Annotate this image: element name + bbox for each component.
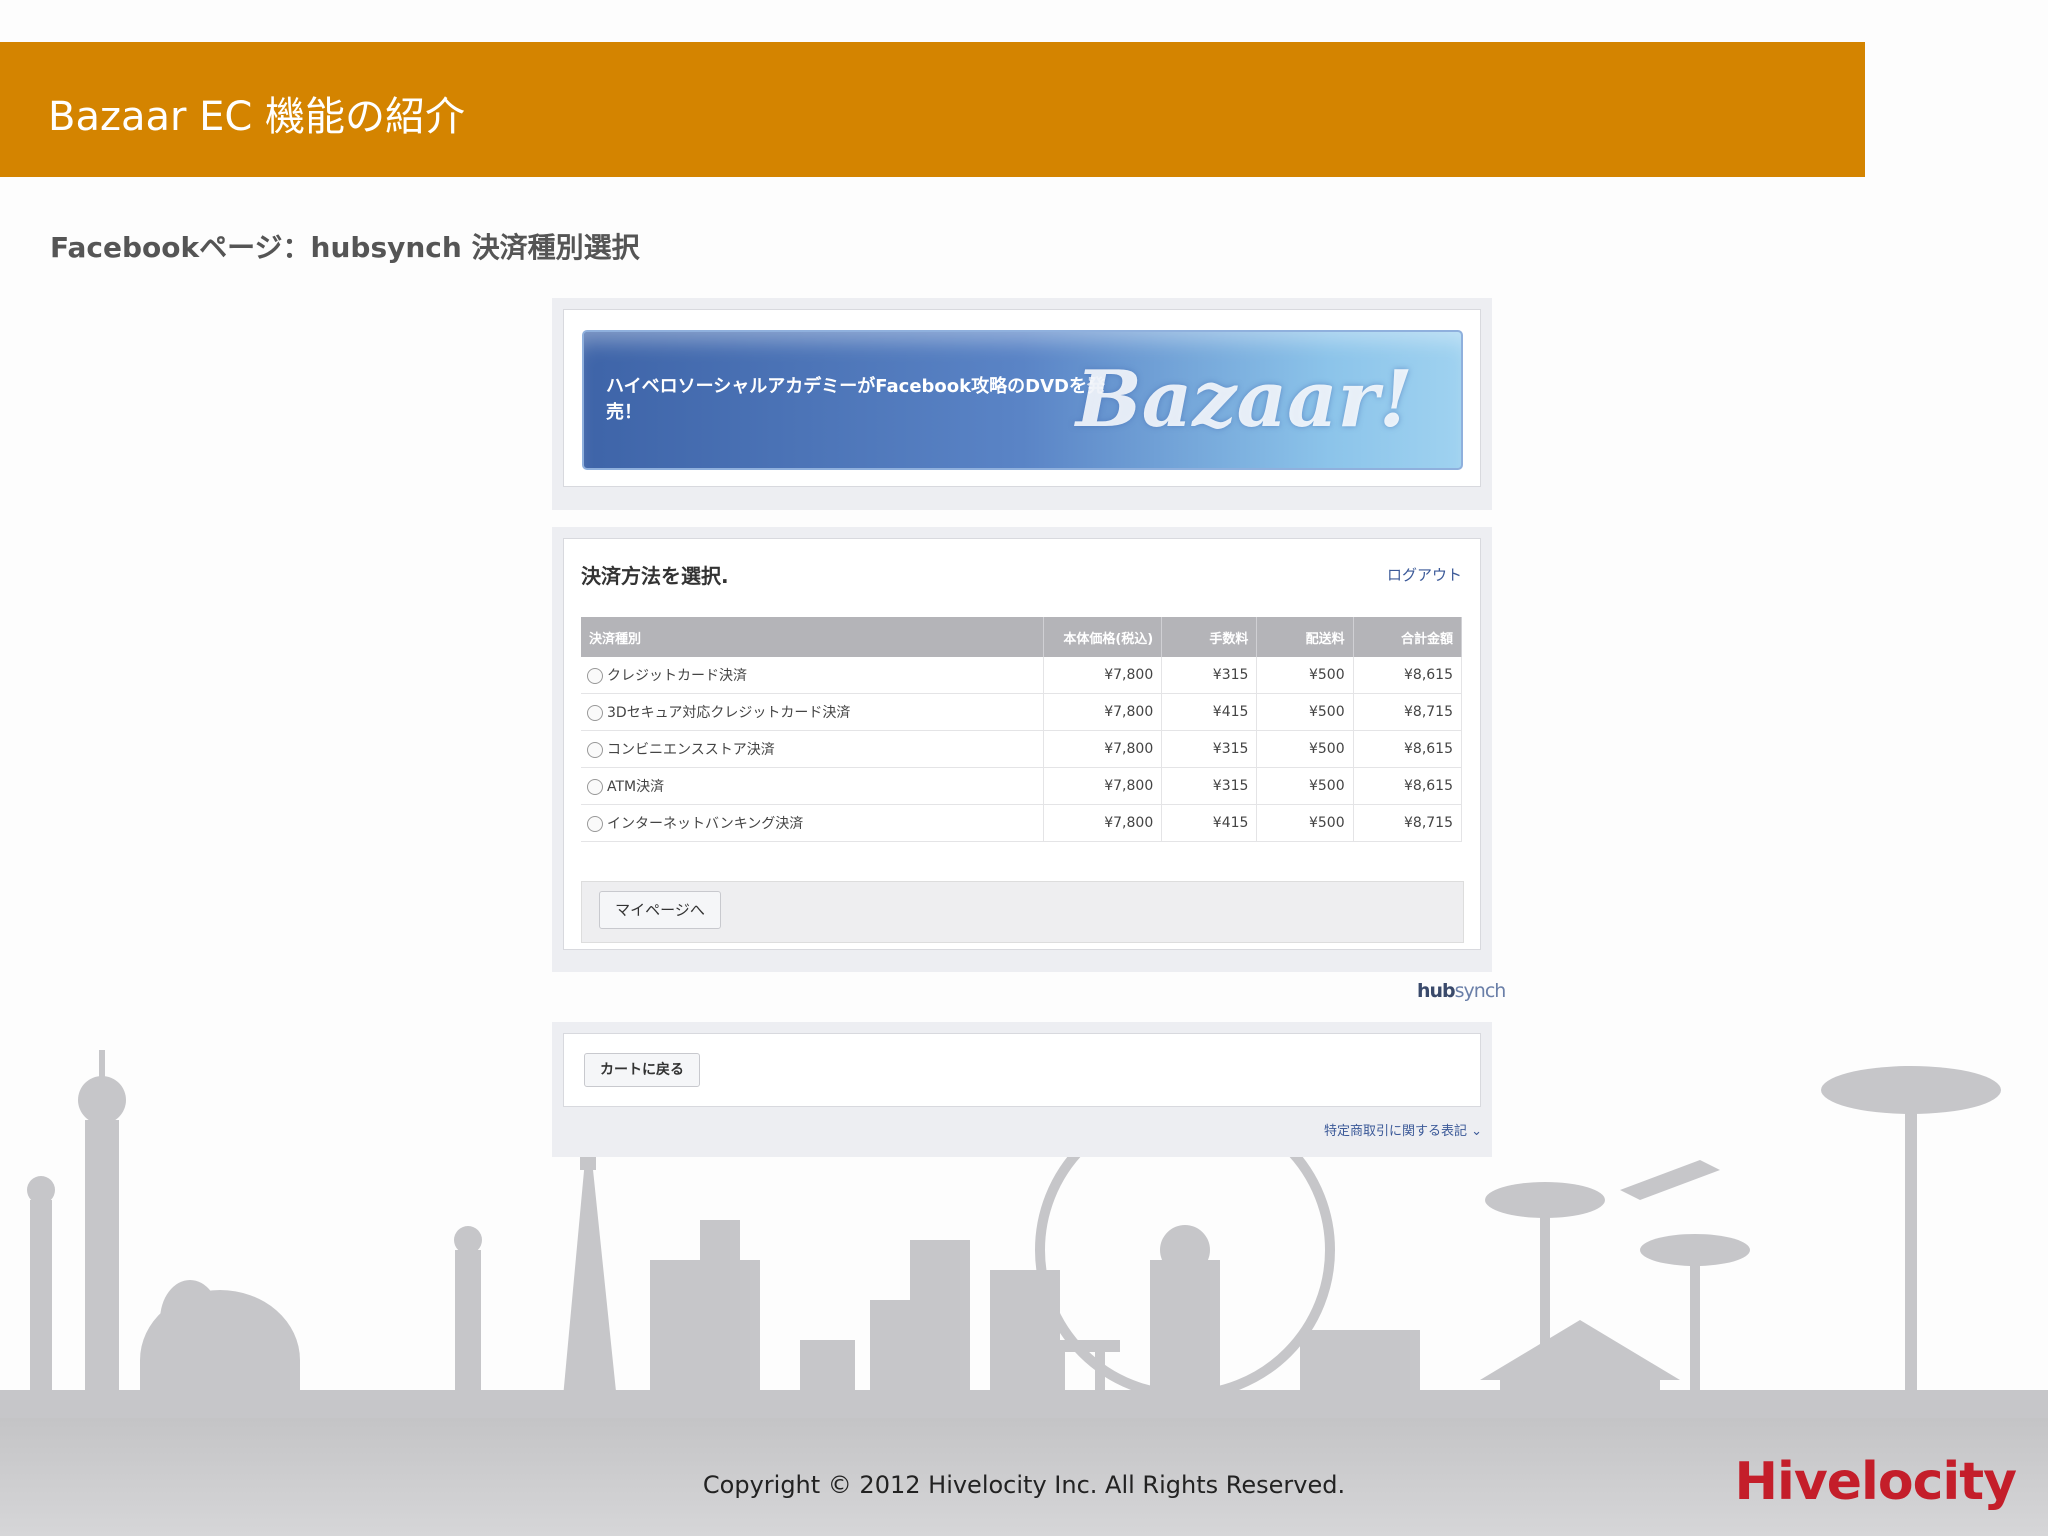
bazaar-banner[interactable]: ハイベロソーシャルアカデミーがFacebook攻略のDVDを発売！ Bazaar… xyxy=(582,330,1463,470)
shipping-cell: ¥500 xyxy=(1256,767,1354,805)
table-row[interactable]: コンビニエンスストア決済 ¥7,800 ¥315 ¥500 ¥8,615 xyxy=(581,730,1463,768)
payment-method-label: 3Dセキュア対応クレジットカード決済 xyxy=(607,705,851,721)
hubsynch-logo-hub: hub xyxy=(1417,980,1456,1002)
payment-radio[interactable] xyxy=(587,742,603,758)
slide-subtitle: Facebookページ：hubsynch 決済種別選択 xyxy=(50,231,640,264)
hubsynch-logo: hubsynch xyxy=(1417,980,1507,1002)
fee-cell: ¥315 xyxy=(1161,657,1258,694)
hubsynch-logo-synch: synch xyxy=(1454,980,1507,1002)
payment-radio[interactable] xyxy=(587,705,603,721)
fee-cell: ¥315 xyxy=(1161,767,1258,805)
mypage-button[interactable]: マイページへ xyxy=(599,891,721,929)
table-header-row: 決済種別 本体価格(税込) 手数料 配送料 合計金額 xyxy=(581,617,1463,657)
bazaar-logo: Bazaar! xyxy=(1075,354,1413,445)
banner-headline: ハイベロソーシャルアカデミーがFacebook攻略のDVDを発売！ xyxy=(606,376,1105,423)
price-cell: ¥7,800 xyxy=(1043,730,1163,768)
fee-cell: ¥415 xyxy=(1161,693,1258,731)
total-cell: ¥8,615 xyxy=(1353,767,1463,805)
shipping-cell: ¥500 xyxy=(1256,804,1354,842)
column-header-method: 決済種別 xyxy=(581,617,1044,657)
slide-title-bar: Bazaar EC 機能の紹介 xyxy=(0,42,1865,177)
column-header-shipping: 配送料 xyxy=(1256,617,1354,657)
payment-method-label: インターネットバンキング決済 xyxy=(607,816,804,832)
payment-radio[interactable] xyxy=(587,779,603,795)
shipping-cell: ¥500 xyxy=(1256,657,1354,694)
payment-radio[interactable] xyxy=(587,816,603,832)
fee-cell: ¥415 xyxy=(1161,804,1258,842)
total-cell: ¥8,715 xyxy=(1353,693,1463,731)
back-to-cart-button[interactable]: カートに戻る xyxy=(584,1053,700,1087)
payment-method-label: ATM決済 xyxy=(607,779,665,795)
column-header-total: 合計金額 xyxy=(1353,617,1463,657)
total-cell: ¥8,715 xyxy=(1353,804,1463,842)
shipping-cell: ¥500 xyxy=(1256,730,1354,768)
payment-radio[interactable] xyxy=(587,668,603,684)
price-cell: ¥7,800 xyxy=(1043,693,1163,731)
column-header-fee: 手数料 xyxy=(1161,617,1258,657)
table-row[interactable]: インターネットバンキング決済 ¥7,800 ¥415 ¥500 ¥8,715 xyxy=(581,804,1463,842)
payment-method-label: コンビニエンスストア決済 xyxy=(607,742,775,758)
total-cell: ¥8,615 xyxy=(1353,730,1463,768)
slide-title: Bazaar EC 機能の紹介 xyxy=(48,94,466,140)
table-row[interactable]: クレジットカード決済 ¥7,800 ¥315 ¥500 ¥8,615 xyxy=(581,657,1463,694)
price-cell: ¥7,800 xyxy=(1043,804,1163,842)
table-row[interactable]: 3Dセキュア対応クレジットカード決済 ¥7,800 ¥415 ¥500 ¥8,7… xyxy=(581,693,1463,731)
price-cell: ¥7,800 xyxy=(1043,657,1163,694)
column-header-price: 本体価格(税込) xyxy=(1043,617,1163,657)
shipping-cell: ¥500 xyxy=(1256,693,1354,731)
payment-heading: 決済方法を選択. xyxy=(581,564,729,588)
table-row[interactable]: ATM決済 ¥7,800 ¥315 ¥500 ¥8,615 xyxy=(581,767,1463,805)
total-cell: ¥8,615 xyxy=(1353,657,1463,694)
payment-method-table: 決済種別 本体価格(税込) 手数料 配送料 合計金額 クレジットカード決済 ¥7… xyxy=(581,617,1463,842)
legal-notice-link[interactable]: 特定商取引に関する表記 ⌄ xyxy=(1324,1120,1482,1139)
logout-link[interactable]: ログアウト xyxy=(1387,564,1462,585)
price-cell: ¥7,800 xyxy=(1043,767,1163,805)
fee-cell: ¥315 xyxy=(1161,730,1258,768)
hivelocity-logo: Hivelocity xyxy=(1734,1452,2017,1512)
payment-method-label: クレジットカード決済 xyxy=(607,668,747,684)
